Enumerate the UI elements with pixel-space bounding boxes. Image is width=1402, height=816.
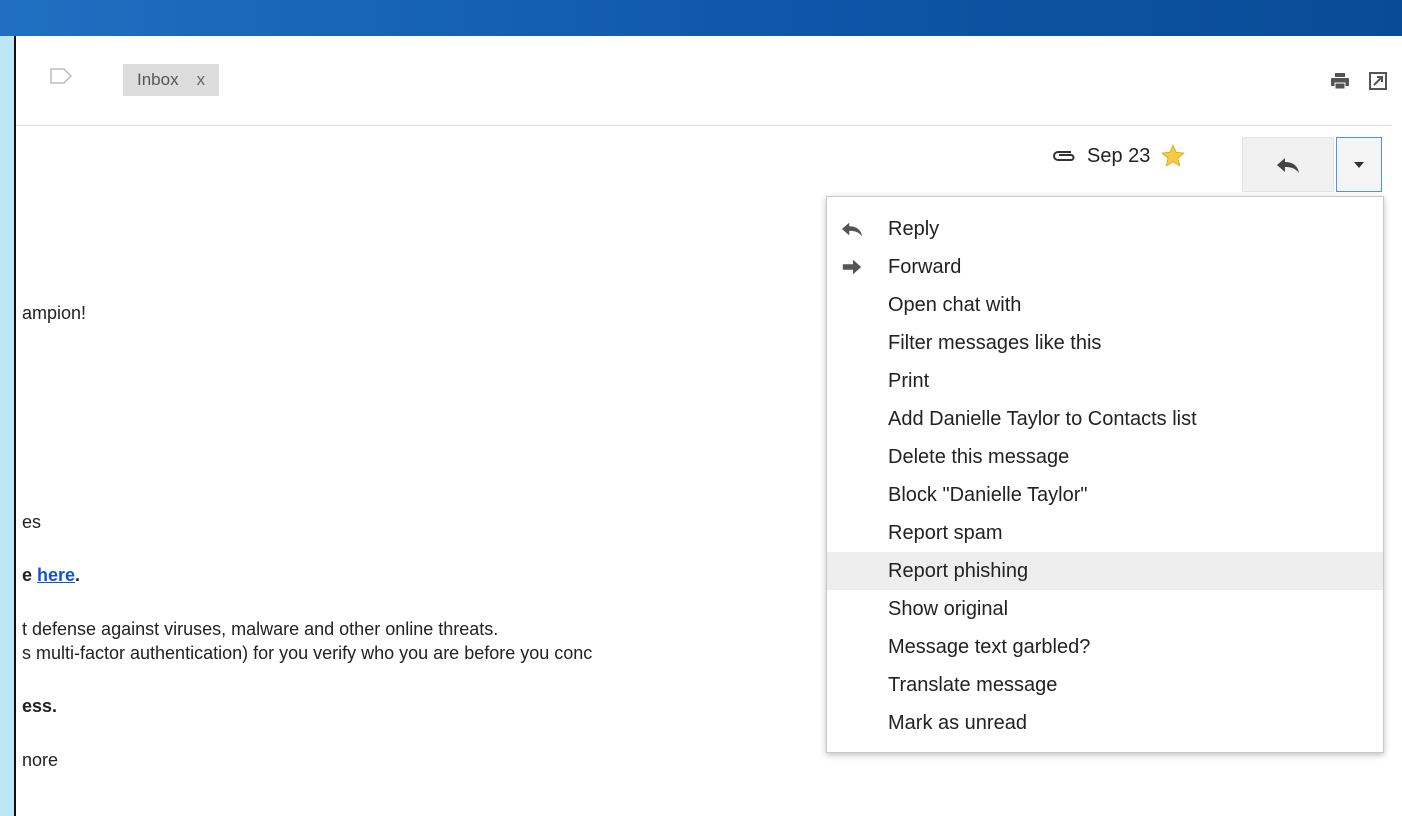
here-link[interactable]: here bbox=[37, 565, 75, 585]
body-line-greeting: ampion! bbox=[22, 303, 87, 323]
menu-item-reply[interactable]: Reply bbox=[827, 210, 1383, 248]
menu-item-label: Print bbox=[888, 369, 930, 392]
body-line-defense: t defense against viruses, malware and o… bbox=[22, 619, 499, 639]
menu-item-add-contact[interactable]: Add Danielle Taylor to Contacts list bbox=[827, 400, 1383, 438]
menu-item-block[interactable]: Block "Danielle Taylor" bbox=[827, 476, 1383, 514]
more-options-button[interactable] bbox=[1336, 137, 1382, 192]
body-line-link-prefix: e bbox=[22, 565, 38, 585]
menu-item-report-phishing[interactable]: Report phishing bbox=[827, 552, 1383, 590]
body-line-nore: nore bbox=[22, 750, 59, 770]
menu-item-report-spam[interactable]: Report spam bbox=[827, 514, 1383, 552]
reply-button[interactable] bbox=[1242, 137, 1334, 192]
reply-icon bbox=[1277, 157, 1299, 173]
star-icon[interactable] bbox=[1160, 143, 1186, 169]
menu-item-delete[interactable]: Delete this message bbox=[827, 438, 1383, 476]
top-bar bbox=[0, 0, 1402, 36]
menu-item-label: Show original bbox=[888, 597, 1009, 620]
menu-item-filter[interactable]: Filter messages like this bbox=[827, 324, 1383, 362]
email-view: Inbox x Sep 23 ampion! es e here. t defe… bbox=[14, 36, 1402, 816]
attachment-icon bbox=[1053, 151, 1075, 161]
menu-item-label: Report phishing bbox=[888, 559, 1029, 582]
header-divider bbox=[16, 125, 1392, 126]
body-line-ess: ess. bbox=[22, 696, 58, 716]
menu-item-print[interactable]: Print bbox=[827, 362, 1383, 400]
menu-item-label: Block "Danielle Taylor" bbox=[888, 483, 1088, 506]
message-date: Sep 23 bbox=[1087, 144, 1151, 167]
label-remove-button[interactable]: x bbox=[197, 70, 206, 90]
label-chip-inbox: Inbox x bbox=[123, 64, 220, 96]
menu-item-label: Reply bbox=[888, 217, 940, 240]
menu-item-text-garbled[interactable]: Message text garbled? bbox=[827, 628, 1383, 666]
menu-item-translate[interactable]: Translate message bbox=[827, 666, 1383, 704]
forward-icon bbox=[842, 259, 862, 275]
menu-item-label: Forward bbox=[888, 255, 962, 278]
body-line-link-suffix: . bbox=[75, 565, 81, 585]
reply-icon bbox=[841, 222, 863, 237]
more-options-menu: Reply Forward Open chat with Filter mess… bbox=[826, 196, 1384, 753]
menu-item-label: Filter messages like this bbox=[888, 331, 1102, 354]
menu-item-label: Add Danielle Taylor to Contacts list bbox=[888, 407, 1197, 430]
menu-item-mark-unread[interactable]: Mark as unread bbox=[827, 704, 1383, 742]
body-line-mfa: s multi-factor authentication) for you v… bbox=[22, 643, 593, 663]
menu-item-show-original[interactable]: Show original bbox=[827, 590, 1383, 628]
menu-item-label: Mark as unread bbox=[888, 711, 1027, 734]
open-new-window-icon[interactable] bbox=[1368, 71, 1388, 91]
message-meta: Sep 23 bbox=[1051, 143, 1186, 169]
chevron-down-icon bbox=[1354, 161, 1364, 168]
body-line-es: es bbox=[22, 512, 42, 532]
label-outline-icon[interactable] bbox=[50, 68, 72, 84]
top-icons bbox=[1330, 71, 1388, 91]
menu-item-label: Translate message bbox=[888, 673, 1058, 696]
menu-item-forward[interactable]: Forward bbox=[827, 248, 1383, 286]
print-icon[interactable] bbox=[1330, 71, 1350, 91]
menu-item-label: Message text garbled? bbox=[888, 635, 1091, 658]
menu-item-label: Report spam bbox=[888, 521, 1003, 544]
menu-item-label: Open chat with bbox=[888, 293, 1022, 316]
body-line-link: e here. bbox=[22, 565, 80, 586]
label-chip-text: Inbox bbox=[137, 70, 179, 89]
menu-item-open-chat[interactable]: Open chat with bbox=[827, 286, 1383, 324]
menu-item-label: Delete this message bbox=[888, 445, 1070, 468]
